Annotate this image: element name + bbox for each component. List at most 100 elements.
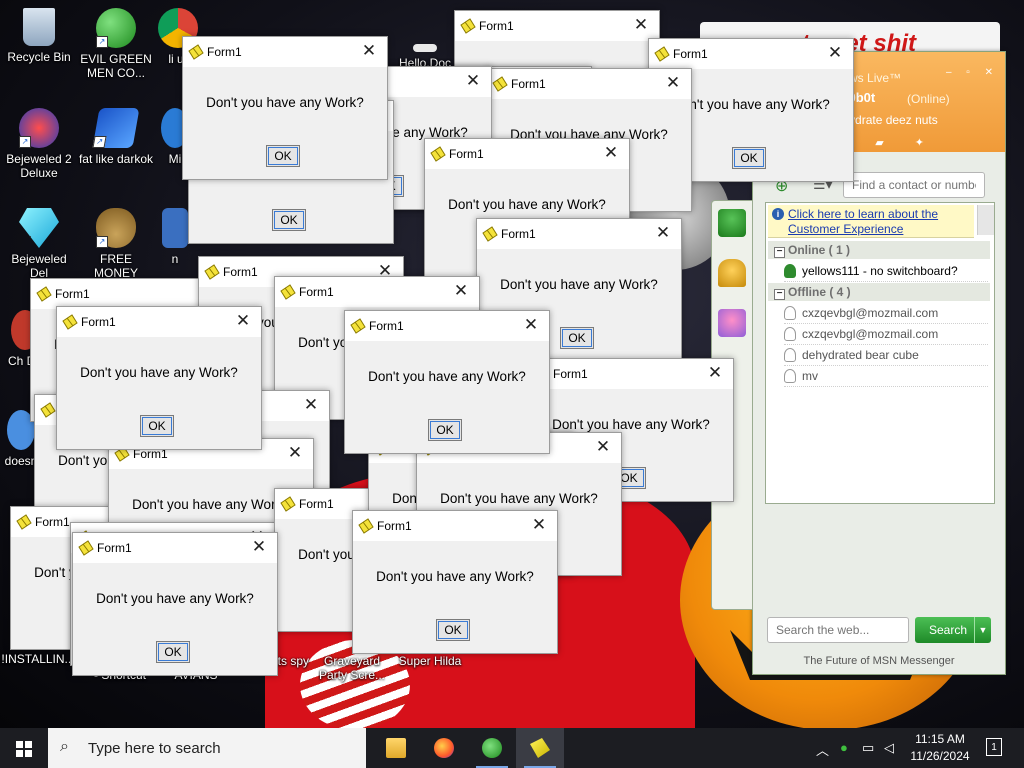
close-icon[interactable]: ✕ bbox=[301, 395, 321, 415]
close-icon[interactable]: ✕ bbox=[233, 311, 253, 331]
form1-app-icon bbox=[36, 286, 52, 302]
ok-button[interactable]: OK bbox=[156, 641, 190, 663]
close-icon[interactable]: ✕ bbox=[653, 223, 673, 243]
form1-app-icon bbox=[40, 402, 56, 418]
money-bag-icon: ↗ bbox=[96, 208, 136, 248]
form1-titlebar[interactable]: Form1 ✕ bbox=[649, 39, 853, 69]
form1-title: Form1 bbox=[369, 319, 404, 333]
close-icon[interactable]: ✕ bbox=[593, 437, 613, 457]
chevron-down-icon: ▼ bbox=[974, 617, 991, 643]
desktop-icon-recycle-bin[interactable]: Recycle Bin bbox=[1, 8, 77, 64]
msn-info-scrollbar[interactable] bbox=[977, 205, 994, 235]
msn-contact-offline[interactable]: cxzqevbgl@mozmail.com bbox=[784, 303, 988, 324]
form1-title: Form1 bbox=[501, 227, 536, 241]
close-icon[interactable]: ✕ bbox=[359, 41, 379, 61]
form1-dialog[interactable]: Form1 ✕ Don't you have any Work? OK bbox=[344, 310, 550, 454]
taskbar-msn[interactable] bbox=[468, 728, 516, 768]
desktop-icon-fat-like-darkok[interactable]: ↗ fat like darkok bbox=[78, 108, 154, 166]
msn-fun-tab-icon[interactable] bbox=[718, 309, 746, 337]
close-icon[interactable]: ✕ bbox=[451, 281, 471, 301]
notification-center-button[interactable]: 1 bbox=[986, 738, 1002, 756]
msn-contact-offline[interactable]: cxzqevbgl@mozmail.com bbox=[784, 324, 988, 345]
desktop-icon-bejeweled2[interactable]: ↗ Bejeweled 2 Deluxe bbox=[1, 108, 77, 180]
close-icon[interactable]: ✕ bbox=[249, 537, 269, 557]
form1-app-icon bbox=[204, 264, 220, 280]
taskbar-form1[interactable] bbox=[516, 728, 564, 768]
taskbar-file-explorer[interactable] bbox=[372, 728, 420, 768]
form1-titlebar[interactable]: Form1 ✕ bbox=[477, 219, 681, 249]
form1-dialog[interactable]: Form1 ✕ Don't you have any Work? OK bbox=[72, 532, 278, 676]
form1-title: Form1 bbox=[449, 147, 484, 161]
close-icon[interactable]: ✕ bbox=[521, 315, 541, 335]
form1-app-icon bbox=[492, 76, 508, 92]
ok-button[interactable]: OK bbox=[732, 147, 766, 169]
msn-alerts-bell-icon[interactable] bbox=[718, 259, 746, 287]
form1-titlebar[interactable]: Form1 ✕ bbox=[455, 11, 659, 41]
close-icon[interactable]: ✕ bbox=[601, 143, 621, 163]
form1-title: Form1 bbox=[299, 285, 334, 299]
taskbar-firefox[interactable] bbox=[420, 728, 468, 768]
msn-contact-offline[interactable]: mv bbox=[784, 366, 988, 387]
firefox-icon bbox=[434, 738, 454, 758]
form1-titlebar[interactable]: Form1 ✕ bbox=[275, 277, 479, 307]
form1-titlebar[interactable]: Form1 ✕ bbox=[57, 307, 261, 337]
form1-title: Form1 bbox=[223, 265, 258, 279]
form1-app-icon bbox=[530, 738, 550, 758]
ok-button[interactable]: OK bbox=[272, 209, 306, 231]
buddy-online-icon bbox=[784, 264, 796, 278]
network-icon[interactable]: ▭ bbox=[862, 740, 874, 756]
form1-dialog[interactable]: Form1 ✕ Don't you have any Work? OK bbox=[56, 306, 262, 450]
form1-titlebar[interactable]: Form1 ✕ bbox=[353, 511, 557, 541]
msn-contact-list[interactable]: i Click here to learn about the Customer… bbox=[765, 202, 995, 504]
desktop-icon-evil-green-men[interactable]: ↗ EVIL GREEN MEN CO... bbox=[78, 8, 154, 80]
form1-titlebar[interactable]: Form1 ✕ bbox=[425, 139, 629, 169]
close-icon[interactable]: ✕ bbox=[631, 15, 651, 35]
msn-window-buttons[interactable]: – ▫ ✕ bbox=[946, 67, 999, 78]
windows-logo-icon bbox=[16, 741, 32, 757]
msn-info-link[interactable]: Click here to learn about the Customer E… bbox=[788, 207, 968, 237]
msn-group-offline[interactable]: − Offline ( 4 ) bbox=[768, 283, 990, 301]
ok-button[interactable]: OK bbox=[436, 619, 470, 641]
form1-app-icon bbox=[16, 514, 32, 530]
taskbar-search-box[interactable]: ⌕ Type here to search bbox=[48, 728, 366, 768]
desktop-icon-free-money[interactable]: ↗ FREE MONEY bbox=[78, 208, 154, 280]
msn-search-button[interactable]: Search ▼ bbox=[915, 617, 991, 643]
msn-group-online[interactable]: − Online ( 1 ) bbox=[768, 241, 990, 259]
form1-titlebar[interactable]: Form1 ✕ bbox=[183, 37, 387, 67]
msn-web-search-input[interactable] bbox=[767, 617, 909, 643]
msn-contact-search-input[interactable] bbox=[843, 172, 985, 198]
ok-button[interactable]: OK bbox=[266, 145, 300, 167]
ok-button[interactable]: OK bbox=[428, 419, 462, 441]
form1-message: Don't you have any Work? bbox=[96, 591, 254, 606]
msn-status[interactable]: (Online) bbox=[907, 92, 950, 106]
desktop-icon-graveyard-party[interactable]: Graveyard Party Scre... bbox=[312, 654, 392, 682]
buddy-offline-icon bbox=[784, 306, 796, 320]
chevron-up-icon[interactable]: ︿ bbox=[816, 740, 829, 759]
form1-titlebar[interactable]: Form1 ✕ bbox=[345, 311, 549, 341]
desktop-icon-n[interactable]: n bbox=[160, 208, 190, 266]
close-icon[interactable]: ✕ bbox=[529, 515, 549, 535]
msn-contacts-tab-icon[interactable] bbox=[718, 209, 746, 237]
close-icon[interactable]: ✕ bbox=[463, 71, 483, 91]
volume-icon[interactable]: ◁ bbox=[884, 740, 894, 756]
close-icon[interactable]: ✕ bbox=[285, 443, 305, 463]
form1-titlebar[interactable]: Form1 ✕ bbox=[73, 533, 277, 563]
desktop-icon-super-hilda[interactable]: Super Hilda bbox=[392, 654, 468, 668]
desktop-icon-bejeweled[interactable]: ↗ Bejeweled Del bbox=[1, 208, 77, 280]
form1-message: Don't you have any Work? bbox=[500, 277, 658, 292]
ok-button[interactable]: OK bbox=[140, 415, 174, 437]
desktop-icon-installing[interactable]: !INSTALLIN... bbox=[0, 652, 76, 666]
close-icon[interactable]: ✕ bbox=[825, 43, 845, 63]
form1-dialog[interactable]: Form1 ✕ Don't you have any Work? OK bbox=[182, 36, 388, 180]
ok-button[interactable]: OK bbox=[560, 327, 594, 349]
form1-titlebar[interactable]: Form1 ✕ bbox=[487, 69, 691, 99]
start-button[interactable] bbox=[0, 728, 48, 768]
close-icon[interactable]: ✕ bbox=[663, 73, 683, 93]
msn-contact-online[interactable]: yellows111 - no switchboard? bbox=[784, 261, 988, 282]
close-icon[interactable]: ✕ bbox=[705, 363, 725, 383]
msn-tray-icon[interactable]: ● bbox=[840, 740, 848, 755]
form1-dialog[interactable]: Form1 ✕ Don't you have any Work? OK bbox=[352, 510, 558, 654]
taskbar-clock[interactable]: 11:15 AM 11/26/2024 bbox=[900, 731, 980, 765]
msn-contact-offline[interactable]: dehydrated bear cube bbox=[784, 345, 988, 366]
form1-titlebar[interactable]: Form1 ✕ bbox=[529, 359, 733, 389]
